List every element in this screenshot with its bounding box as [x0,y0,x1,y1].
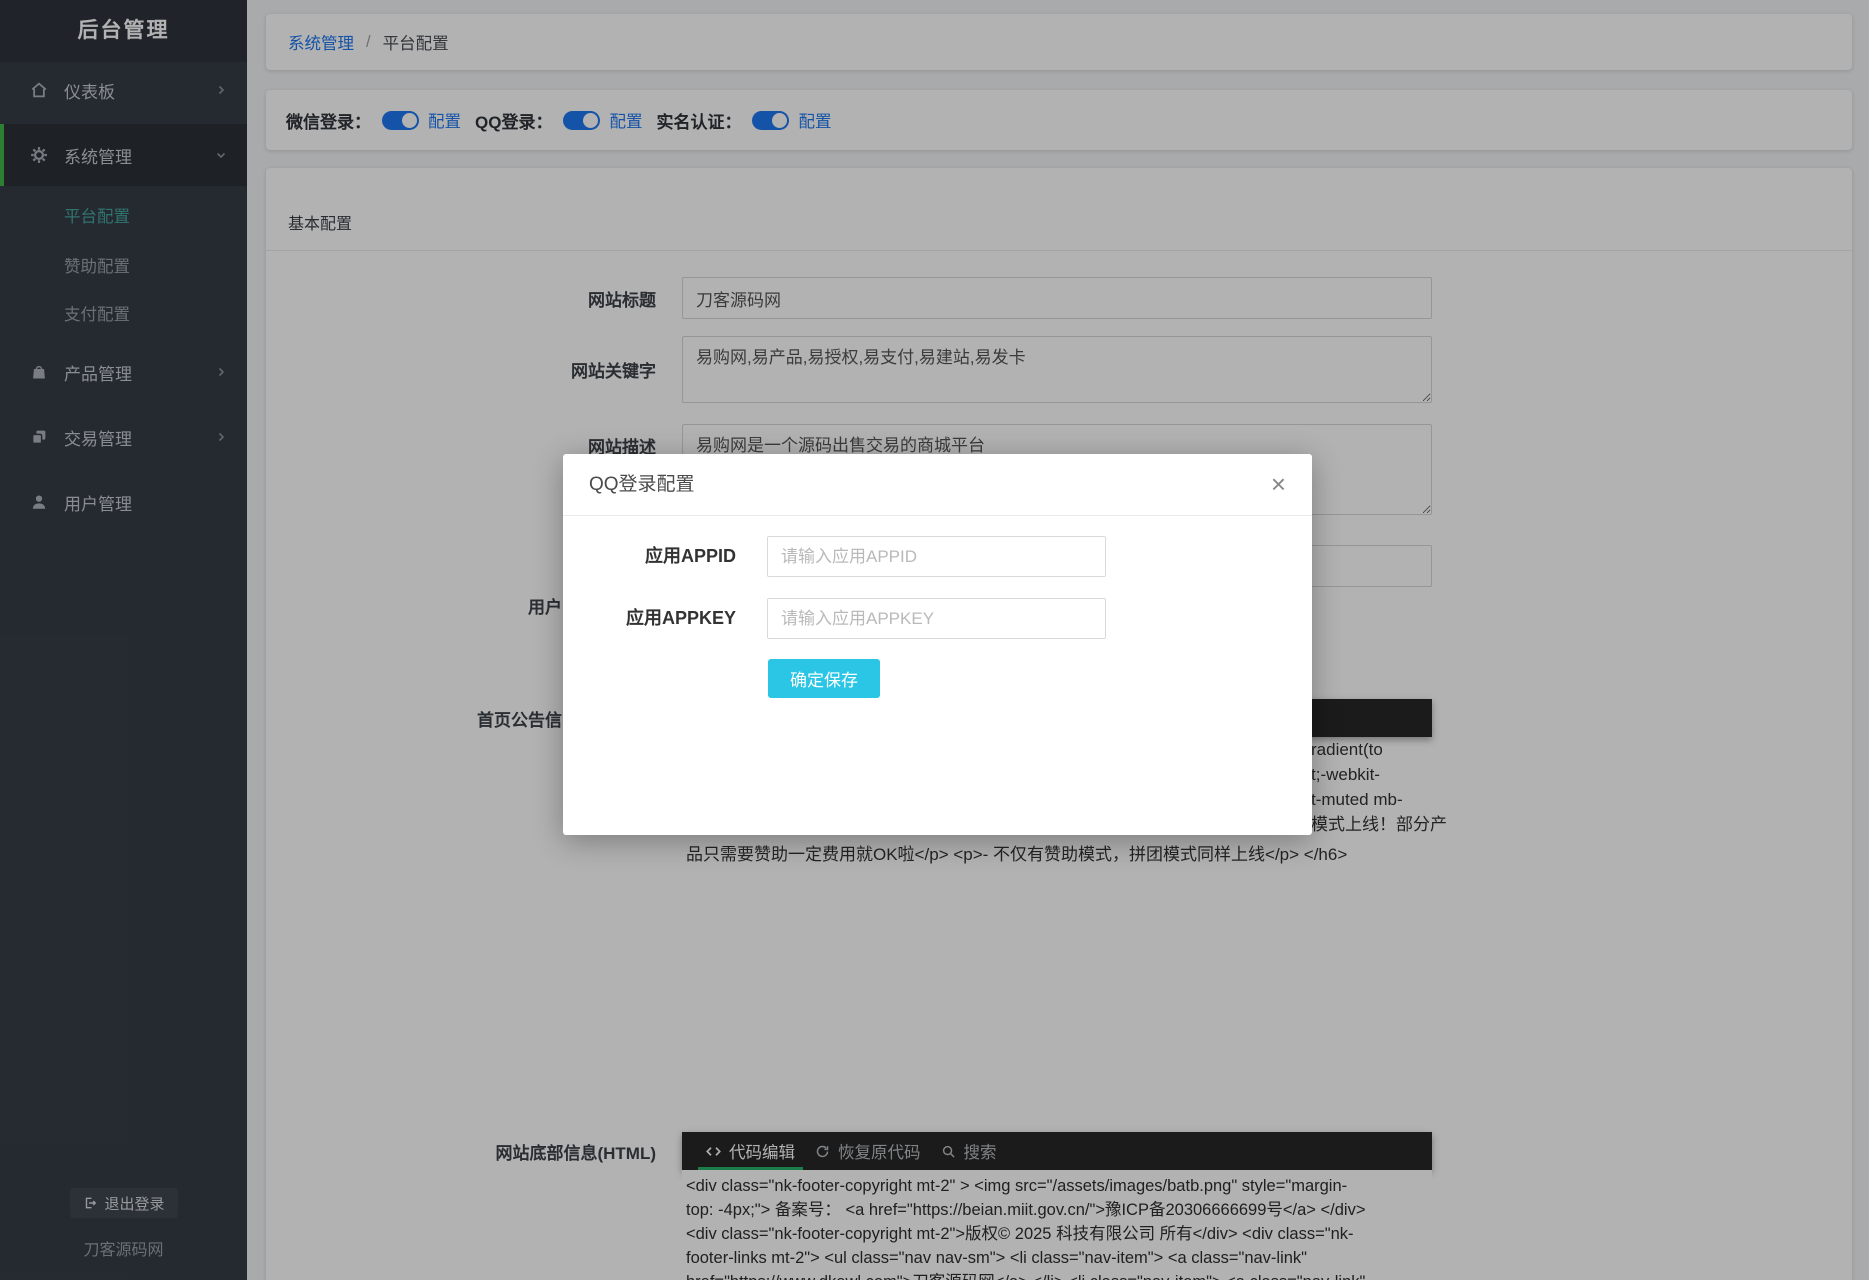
appid-label: 应用APPID [563,536,736,577]
qq-login-config-modal: QQ登录配置 × 应用APPID 应用APPKEY 确定保存 [563,454,1312,835]
appkey-row: 应用APPKEY [563,598,1312,639]
confirm-save-button[interactable]: 确定保存 [768,659,880,698]
modal-header: QQ登录配置 × [563,454,1312,516]
appid-row: 应用APPID [563,536,1312,577]
appkey-input[interactable] [767,598,1106,639]
close-icon[interactable]: × [1265,454,1292,514]
admin-page: 后台管理 仪表板 系统管理 平台配置 赞助配置 支付配置 产品管理 交易管理 用… [0,0,1869,1280]
modal-title: QQ登录配置 [589,454,695,516]
appkey-label: 应用APPKEY [563,598,736,639]
appid-input[interactable] [767,536,1106,577]
